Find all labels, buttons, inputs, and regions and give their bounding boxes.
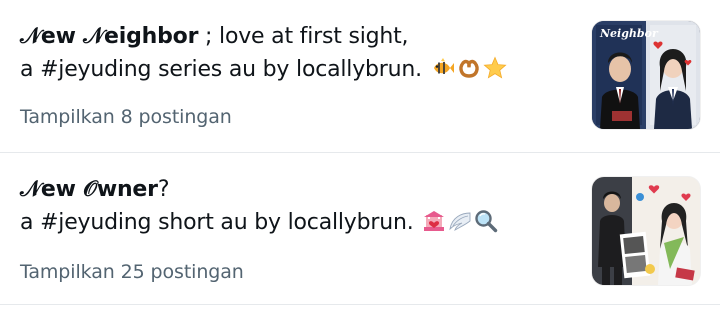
- list-subtitle-line: a #jeyuding short au by locallybrun.: [20, 206, 560, 239]
- list-title-bold: 𝒩ew 𝒪wner: [20, 177, 158, 202]
- list-thumbnail[interactable]: [592, 177, 700, 285]
- list-subtitle-line: a #jeyuding series au by locallybrun.: [20, 53, 560, 86]
- list-subtitle: a #jeyuding series au by locallybrun.: [20, 57, 422, 82]
- wing-icon: [448, 209, 472, 233]
- star-icon: [483, 56, 507, 80]
- tropical-fish-icon: [431, 56, 455, 80]
- list-subtitle: a #jeyuding short au by locallybrun.: [20, 210, 414, 235]
- lists-feed: 𝒩ew 𝒩eighbor ; love at first sight, a #j…: [0, 0, 720, 305]
- list-thumbnail[interactable]: Neighbor: [592, 21, 700, 129]
- list-item[interactable]: 𝒩ew 𝒪wner? a #jeyuding short au by local…: [0, 153, 720, 305]
- list-title-line: 𝒩ew 𝒪wner?: [20, 173, 560, 206]
- list-item[interactable]: 𝒩ew 𝒩eighbor ; love at first sight, a #j…: [0, 0, 720, 153]
- list-title-bold: 𝒩ew 𝒩eighbor: [20, 24, 199, 49]
- show-posts-link[interactable]: Tampilkan 8 postingan: [20, 106, 232, 128]
- love-hotel-icon: [422, 209, 446, 233]
- list-description: 𝒩ew 𝒪wner? a #jeyuding short au by local…: [20, 173, 560, 239]
- thumbnail-caption: Neighbor: [599, 27, 659, 40]
- show-posts-link[interactable]: Tampilkan 25 postingan: [20, 261, 244, 283]
- list-description: 𝒩ew 𝒩eighbor ; love at first sight, a #j…: [20, 20, 560, 86]
- list-title-rest: ?: [157, 177, 170, 202]
- magnifying-glass-icon: [474, 209, 498, 233]
- list-title-line: 𝒩ew 𝒩eighbor ; love at first sight,: [20, 20, 560, 53]
- pretzel-icon: [457, 56, 481, 80]
- list-title-rest: ; love at first sight,: [198, 24, 409, 49]
